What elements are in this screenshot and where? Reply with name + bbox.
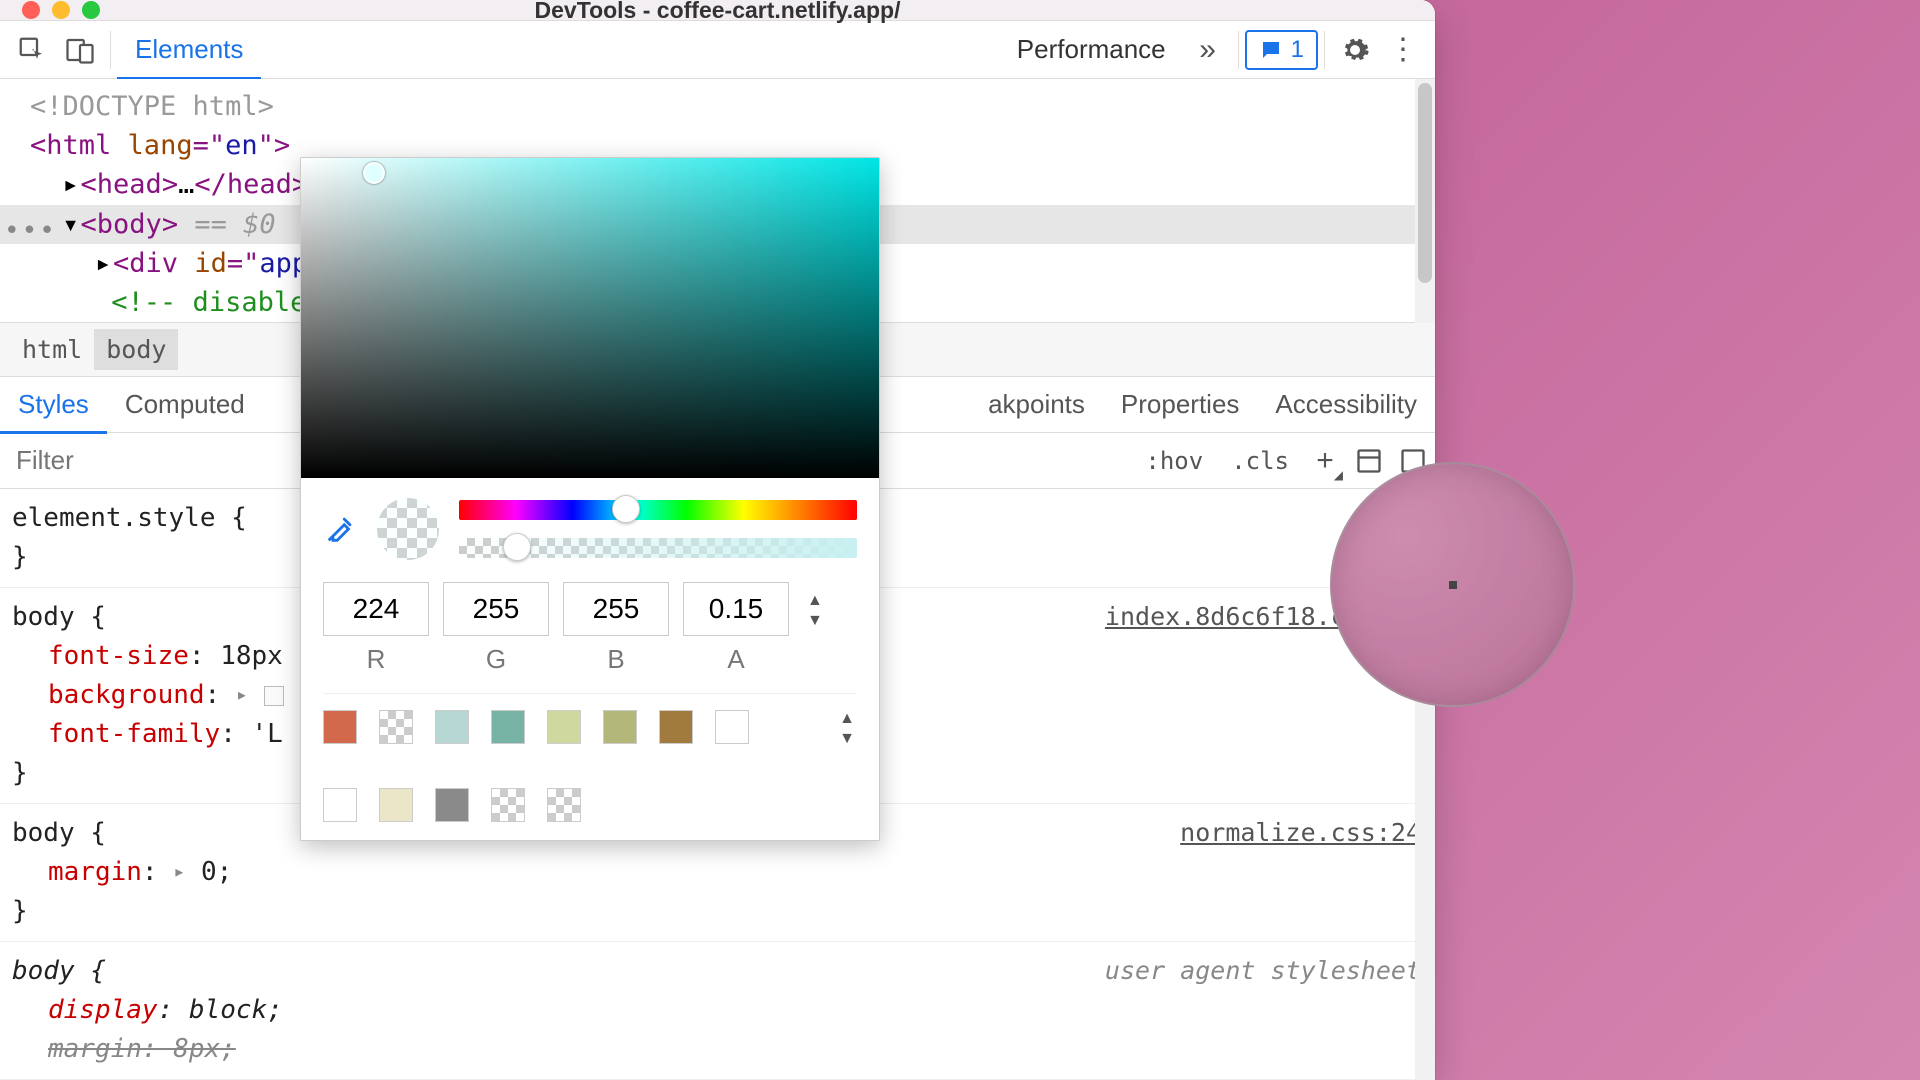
subtab-computed[interactable]: Computed [107,378,263,434]
palette-swatch[interactable] [547,710,581,744]
tab-elements[interactable]: Elements [117,22,261,80]
eyedropper-icon[interactable] [323,512,357,546]
label-a: A [727,644,744,675]
new-rule-icon[interactable]: +◢ [1303,444,1347,478]
subtab-properties[interactable]: Properties [1103,378,1258,434]
input-b[interactable] [563,582,669,636]
saturation-value-field[interactable] [301,158,879,478]
inspect-icon[interactable] [8,30,56,70]
close-window[interactable] [22,1,40,19]
more-tabs-icon[interactable]: » [1184,30,1232,70]
dom-doctype: <!DOCTYPE html> [30,91,274,122]
main-toolbar: Elements Performance » 1 ⋮ [0,21,1435,79]
source-link[interactable]: normalize.css:24 [1180,814,1421,852]
palette-swatch[interactable] [715,710,749,744]
rule-body-ua[interactable]: user agent stylesheet body { display: bl… [0,942,1435,1080]
ellipsis-icon[interactable]: ••• [4,213,57,251]
traffic-lights [0,1,100,19]
sv-thumb[interactable] [363,162,385,184]
palette-swatch[interactable] [435,788,469,822]
palette-swatch[interactable] [547,788,581,822]
label-b: B [607,644,624,675]
hue-slider[interactable] [459,500,857,520]
issues-badge[interactable]: 1 [1245,30,1318,70]
palette-swatches: ▲▼ [323,693,857,822]
palette-swatch[interactable] [603,710,637,744]
palette-swatch[interactable] [379,710,413,744]
palette-swatch[interactable] [659,710,693,744]
palette-swatch[interactable] [379,788,413,822]
label-g: G [486,644,506,675]
subtab-accessibility[interactable]: Accessibility [1257,378,1435,434]
subtab-breakpoints[interactable]: akpoints [988,378,1103,434]
styles-scrollbar[interactable] [1415,489,1435,1080]
issues-count: 1 [1291,36,1304,64]
crumb-html[interactable]: html [10,329,94,370]
color-picker: R G B A ▲▼ ▲▼ [300,157,880,841]
devtools-window: DevTools - coffee-cart.netlify.app/ Elem… [0,0,1435,1080]
palette-switch[interactable]: ▲▼ [839,710,855,748]
expand-icon[interactable]: ▸ [173,856,185,886]
tab-performance[interactable]: Performance [999,22,1184,80]
window-title: DevTools - coffee-cart.netlify.app/ [0,0,1435,24]
subtab-styles[interactable]: Styles [0,378,107,434]
cls-toggle[interactable]: .cls [1217,447,1303,475]
device-toggle-icon[interactable] [56,30,104,70]
color-preview [377,498,439,560]
color-swatch-icon[interactable] [264,686,284,706]
expand-icon[interactable]: ▸ [236,679,248,709]
palette-swatch[interactable] [323,710,357,744]
color-mode-switch[interactable]: ▲▼ [803,582,827,630]
source-ua: user agent stylesheet [1105,952,1421,990]
input-a[interactable] [683,582,789,636]
input-g[interactable] [443,582,549,636]
computed-toggle-icon[interactable] [1347,447,1391,475]
hov-toggle[interactable]: :hov [1131,447,1217,475]
hue-thumb[interactable] [612,495,640,523]
zoom-window[interactable] [82,1,100,19]
alpha-thumb[interactable] [503,533,531,561]
kebab-menu-icon[interactable]: ⋮ [1379,30,1427,70]
settings-icon[interactable] [1331,30,1379,70]
label-r: R [367,644,386,675]
palette-swatch[interactable] [323,788,357,822]
dom-scrollbar[interactable] [1415,79,1435,323]
minimize-window[interactable] [52,1,70,19]
crumb-body[interactable]: body [94,329,178,370]
palette-swatch[interactable] [435,710,469,744]
palette-swatch[interactable] [491,788,525,822]
palette-swatch[interactable] [491,710,525,744]
content-area: ••• <!DOCTYPE html> <html lang="en"> ▸<h… [0,79,1435,1080]
alpha-slider[interactable] [459,538,857,558]
rendering-icon[interactable] [1391,447,1435,475]
source-link[interactable]: index.8d6c6f18.css:64 [1105,598,1421,636]
input-r[interactable] [323,582,429,636]
titlebar: DevTools - coffee-cart.netlify.app/ [0,0,1435,21]
